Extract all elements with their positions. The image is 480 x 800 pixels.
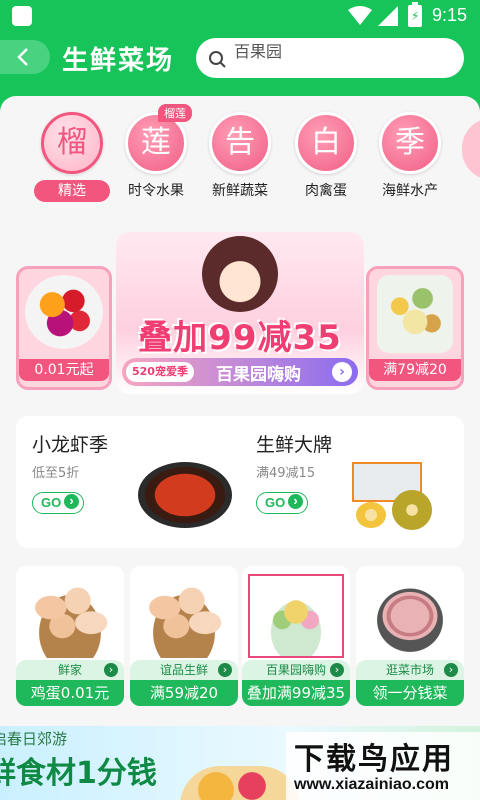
status-bar: ⚡ 9:15: [0, 0, 480, 32]
product-price: 叠加满99减35: [242, 680, 350, 706]
search-bar[interactable]: [196, 38, 464, 78]
category-seafood[interactable]: 季 海鲜水产: [366, 108, 454, 202]
banner-left-label: 0.01元起: [19, 359, 109, 381]
category-label: 时令水果: [128, 183, 184, 199]
eggs-image: [22, 574, 118, 658]
banner-subbar: 520宠爱季 百果园嗨购 ›: [122, 358, 358, 386]
fruit-basket-image: [180, 766, 300, 800]
category-label: 新鲜蔬菜: [212, 183, 268, 199]
category-selected[interactable]: 榴 精选: [28, 108, 116, 202]
go-button[interactable]: GO: [32, 492, 84, 514]
promo-title: 小龙虾季: [32, 434, 109, 456]
product-price: 领一分钱菜: [356, 680, 464, 706]
chevron-right-icon: ›: [330, 663, 344, 677]
dual-promo-card: 小龙虾季 低至5折 GO 生鲜大牌 满49减15 GO: [16, 416, 464, 548]
chevron-right-icon: ›: [444, 663, 458, 677]
chevron-right-icon: ›: [104, 663, 118, 677]
category-label: 海鲜水产: [382, 183, 438, 199]
category-vegetables[interactable]: 告 新鲜蔬菜: [196, 108, 284, 202]
category-row: 榴 精选 榴莲 莲 时令水果 告 新鲜蔬菜 白 肉禽蛋 季 海鲜水产: [0, 104, 480, 208]
product-card-baiguoyuan[interactable]: 百果园嗨购 › 叠加满99减35: [242, 566, 350, 706]
category-icon: 白: [295, 112, 357, 174]
product-card-yipin[interactable]: 谊品生鲜 › 满59减20: [130, 566, 238, 706]
bottom-banner-line1: 启春日郊游: [0, 730, 68, 748]
battery-charging-glyph: ⚡: [411, 9, 420, 23]
banner-main[interactable]: 叠加99减35 520宠爱季 百果园嗨购 ›: [116, 232, 364, 394]
product-card-market[interactable]: 逛菜市场 › 领一分钱菜: [356, 566, 464, 706]
promo-subtitle: 低至5折: [32, 466, 80, 481]
category-icon: 告: [209, 112, 271, 174]
store-label: 逛菜市场 ›: [356, 660, 464, 680]
wifi-icon: [348, 6, 372, 25]
product-card-eggs[interactable]: 鲜家 › 鸡蛋0.01元: [16, 566, 124, 706]
battery-icon: ⚡: [408, 2, 422, 27]
bouquet-image: [377, 275, 453, 353]
promo-title: 生鲜大牌: [256, 434, 333, 456]
category-icon: 季: [379, 112, 441, 174]
promo-crayfish[interactable]: 小龙虾季 低至5折 GO: [16, 416, 240, 548]
bottom-banner-line2: 鲜食材1分钱: [0, 756, 157, 791]
eggs-basket-image: [136, 574, 232, 658]
signal-icon: [378, 6, 398, 26]
kiwi-product-image: [352, 456, 456, 532]
banner-subtitle: 百果园嗨购: [216, 365, 301, 385]
category-label: 精选: [34, 180, 110, 202]
status-time: 9:15: [432, 5, 468, 25]
bouquet-image: [248, 574, 344, 658]
chevron-right-icon: ›: [332, 362, 352, 382]
notification-icon: [12, 6, 32, 26]
banner-headline: 叠加99减35: [138, 318, 342, 358]
banner-right-card[interactable]: 满79减20: [366, 266, 464, 390]
category-icon: 榴: [41, 112, 103, 174]
category-tag: 榴莲: [158, 104, 192, 122]
category-fruit[interactable]: 榴莲 莲 时令水果: [112, 104, 200, 202]
crayfish-image: [138, 462, 232, 528]
category-label: 肉禽蛋: [305, 183, 347, 199]
watermark: 下载鸟应用 www.xiazainiao.com: [286, 732, 480, 800]
store-label: 鲜家 ›: [16, 660, 124, 680]
watermark-title: 下载鸟应用: [294, 742, 454, 777]
search-input[interactable]: [234, 40, 444, 60]
girl-illustration: [202, 236, 278, 312]
category-meat-egg[interactable]: 白 肉禽蛋: [282, 108, 370, 202]
promo-banner: 0.01元起 叠加99减35 520宠爱季 百果园嗨购 › 满79减20: [16, 232, 464, 394]
watermark-url: www.xiazainiao.com: [294, 776, 450, 793]
product-price: 鸡蛋0.01元: [16, 680, 124, 706]
product-price: 满59减20: [130, 680, 238, 706]
chevron-right-icon: ›: [218, 663, 232, 677]
banner-left-card[interactable]: 0.01元起: [16, 266, 112, 390]
store-label: 百果园嗨购 ›: [242, 660, 350, 680]
promo-subtitle: 满49减15: [256, 466, 316, 481]
banner-right-label: 满79减20: [369, 359, 461, 381]
banner-pill: 520宠爱季: [126, 362, 194, 382]
store-label: 谊品生鲜 ›: [130, 660, 238, 680]
promo-fresh-brands[interactable]: 生鲜大牌 满49减15 GO: [240, 416, 464, 548]
meat-image: [362, 574, 458, 658]
search-icon: [209, 51, 226, 68]
page-title: 生鲜菜场: [62, 46, 175, 76]
fruit-plate-image: [25, 275, 103, 349]
chevron-left-icon: [17, 48, 28, 66]
back-button[interactable]: [0, 40, 50, 74]
go-button[interactable]: GO: [256, 492, 308, 514]
